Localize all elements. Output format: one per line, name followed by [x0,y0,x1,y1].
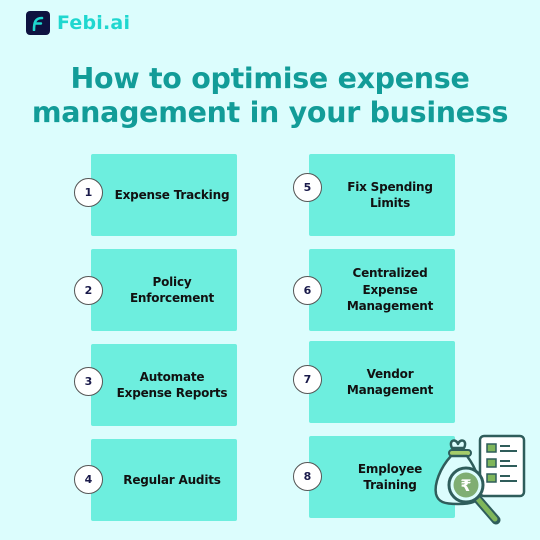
step-number-badge: 7 [293,365,322,394]
step-number-badge: 5 [293,173,322,202]
step-card-2: Policy Enforcement [91,249,237,331]
brand-name: Febi.ai [57,12,131,34]
page-title: How to optimise expense management in yo… [0,62,540,130]
step-number-badge: 2 [74,276,103,305]
step-label: Expense Tracking [114,187,230,202]
brand: Febi.ai [26,11,130,35]
step-number-badge: 3 [74,367,103,396]
step-number-badge: 4 [74,465,103,494]
title-line-1: How to optimise expense [70,62,470,95]
step-label: Automate Expense Reports [116,369,228,401]
step-card-7: Vendor Management [309,341,455,423]
step-label: Centralized Expense Management [346,266,434,314]
step-card-1: Expense Tracking [91,154,237,236]
step-card-5: Fix Spending Limits [309,154,455,236]
febi-logo-icon [26,11,50,35]
step-card-3: Automate Expense Reports [91,344,237,426]
step-number-badge: 1 [74,178,103,207]
rupee-icon: ₹ [460,476,471,495]
step-card-4: Regular Audits [91,439,237,521]
checklist-icon [478,434,526,498]
title-line-2: management in your business [31,96,509,129]
step-number-badge: 8 [293,462,322,491]
step-label: Regular Audits [123,472,221,487]
expense-audit-illustration: ₹ [430,432,540,536]
step-card-6: Centralized Expense Management [309,249,455,331]
step-label: Fix Spending Limits [347,179,433,211]
step-number-badge: 6 [293,276,322,305]
step-label: Policy Enforcement [129,274,215,306]
step-label: Vendor Management [346,366,434,398]
